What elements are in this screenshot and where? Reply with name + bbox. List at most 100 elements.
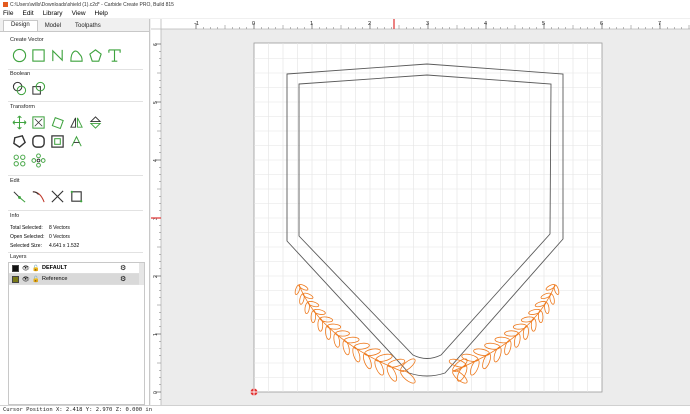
- align-icon: [71, 135, 82, 146]
- section-layers: Layers: [10, 254, 27, 260]
- menu-view[interactable]: View: [72, 10, 86, 17]
- divider: [8, 210, 143, 211]
- fillet-icon: [32, 134, 45, 148]
- total-selected-label: Total Selected:: [10, 224, 43, 231]
- title-bar: C:\Users\wills\Downloads\shield (1).c2d*…: [0, 0, 690, 9]
- menu-library[interactable]: Library: [43, 10, 63, 17]
- outline-button[interactable]: [67, 187, 86, 205]
- scale-button[interactable]: [29, 113, 48, 131]
- left-ruler: [151, 19, 161, 405]
- divider: [8, 252, 143, 253]
- transform-tools-row1: [10, 113, 105, 131]
- section-edit: Edit: [10, 178, 20, 184]
- ruler-label-x: 1: [310, 21, 313, 27]
- trim-icon: [51, 189, 64, 203]
- polyline-icon: [52, 48, 63, 62]
- ruler-label-x: -1: [194, 21, 199, 27]
- scale-icon: [32, 115, 45, 129]
- lock-icon[interactable]: 🔓: [32, 276, 39, 283]
- tab-toolpaths[interactable]: Toolpaths: [68, 22, 108, 31]
- circle-icon: [12, 48, 27, 62]
- ruler-label-x: 7: [658, 21, 661, 27]
- ruler-label-y: 2: [153, 275, 159, 278]
- weld-icon: [12, 81, 27, 95]
- tab-model[interactable]: Model: [38, 22, 68, 31]
- layer-color-swatch[interactable]: [12, 275, 19, 283]
- lock-icon[interactable]: 🔓: [32, 265, 39, 272]
- origin-marker: [250, 388, 258, 396]
- status-bar: Cursor Position X: 2.418 Y: 2.970 Z: 0.0…: [0, 405, 690, 414]
- node-edit-button[interactable]: [10, 132, 29, 150]
- eye-hidden-icon[interactable]: 👁: [22, 276, 30, 283]
- layer-color-swatch[interactable]: [12, 264, 19, 272]
- circular-array-icon: [31, 152, 46, 168]
- menu-help[interactable]: Help: [95, 10, 108, 17]
- total-selected-value: 8 Vectors: [49, 224, 70, 231]
- menu-file[interactable]: File: [3, 10, 13, 17]
- menu-edit[interactable]: Edit: [22, 10, 33, 17]
- rotate-button[interactable]: [48, 113, 67, 131]
- ruler-label-x: 5: [542, 21, 545, 27]
- subtract-button[interactable]: [29, 79, 48, 97]
- outline-icon: [70, 190, 83, 202]
- offset-button[interactable]: [48, 132, 67, 150]
- layer-name[interactable]: DEFAULT: [42, 265, 112, 271]
- subtract-icon: [32, 81, 46, 95]
- polygon-tool-button[interactable]: [86, 46, 105, 64]
- rectangle-tool-button[interactable]: [29, 46, 48, 64]
- extend-button[interactable]: [29, 187, 48, 205]
- divider: [8, 69, 143, 70]
- curve-icon: [70, 50, 83, 62]
- flip-button[interactable]: [86, 113, 105, 131]
- offset-icon: [51, 134, 64, 148]
- divider: [8, 175, 143, 176]
- edit-tools: [10, 187, 86, 205]
- selected-size-value: 4.641 x 1.532: [49, 242, 80, 249]
- align-button[interactable]: [67, 132, 86, 150]
- ruler-label-x: 0: [252, 21, 255, 27]
- curve-tool-button[interactable]: [67, 46, 86, 64]
- layer-name[interactable]: Reference: [42, 276, 112, 282]
- circle-tool-button[interactable]: [10, 46, 29, 64]
- transform-tools-row3: [10, 151, 48, 169]
- ruler-label-y: 5: [153, 101, 159, 104]
- mirror-icon: [70, 117, 83, 128]
- circular-array-button[interactable]: [29, 151, 48, 169]
- layer-row-default[interactable]: 👁 🔓 DEFAULT ⚙: [9, 263, 144, 274]
- section-boolean: Boolean: [10, 71, 31, 77]
- weld-button[interactable]: [10, 79, 29, 97]
- layer-row-reference[interactable]: 👁 🔓 Reference ⚙: [9, 274, 144, 285]
- menu-bar: File Edit Library View Help: [0, 9, 690, 18]
- canvas-svg[interactable]: -1 0 1 2 3 4 5 6 7 6543210: [151, 19, 690, 405]
- polyline-tool-button[interactable]: [48, 46, 67, 64]
- transform-tools-row2: [10, 132, 86, 150]
- join-icon: [13, 190, 26, 203]
- open-selected-label: Open Selected:: [10, 233, 45, 240]
- trim-button[interactable]: [48, 187, 67, 205]
- gear-icon[interactable]: ⚙: [120, 275, 126, 283]
- tab-bar: Design Model Toolpaths: [0, 19, 149, 32]
- node-edit-icon: [13, 134, 26, 148]
- extend-icon: [32, 190, 45, 202]
- app-icon: [3, 2, 8, 7]
- ruler-label-x: 2: [368, 21, 371, 27]
- move-button[interactable]: [10, 113, 29, 131]
- mirror-button[interactable]: [67, 113, 86, 131]
- ruler-label-y: 0: [153, 391, 159, 394]
- eye-icon[interactable]: 👁: [22, 265, 30, 272]
- design-canvas[interactable]: -1 0 1 2 3 4 5 6 7 6543210: [151, 19, 690, 405]
- join-button[interactable]: [10, 187, 29, 205]
- text-tool-button[interactable]: [105, 46, 124, 64]
- tab-design[interactable]: Design: [3, 20, 38, 31]
- layers-scrollbar[interactable]: [139, 263, 144, 285]
- section-transform: Transform: [10, 104, 35, 110]
- create-vector-tools: [10, 46, 124, 64]
- ruler-label-y: 4: [153, 159, 159, 162]
- window-title: C:\Users\wills\Downloads\shield (1).c2d*…: [10, 1, 174, 8]
- grid-array-button[interactable]: [10, 151, 29, 169]
- left-panel: Design Model Toolpaths Create Vector Boo…: [0, 19, 150, 405]
- gear-icon[interactable]: ⚙: [120, 264, 126, 272]
- rectangle-icon: [32, 48, 45, 62]
- fillet-button[interactable]: [29, 132, 48, 150]
- move-icon: [12, 115, 27, 129]
